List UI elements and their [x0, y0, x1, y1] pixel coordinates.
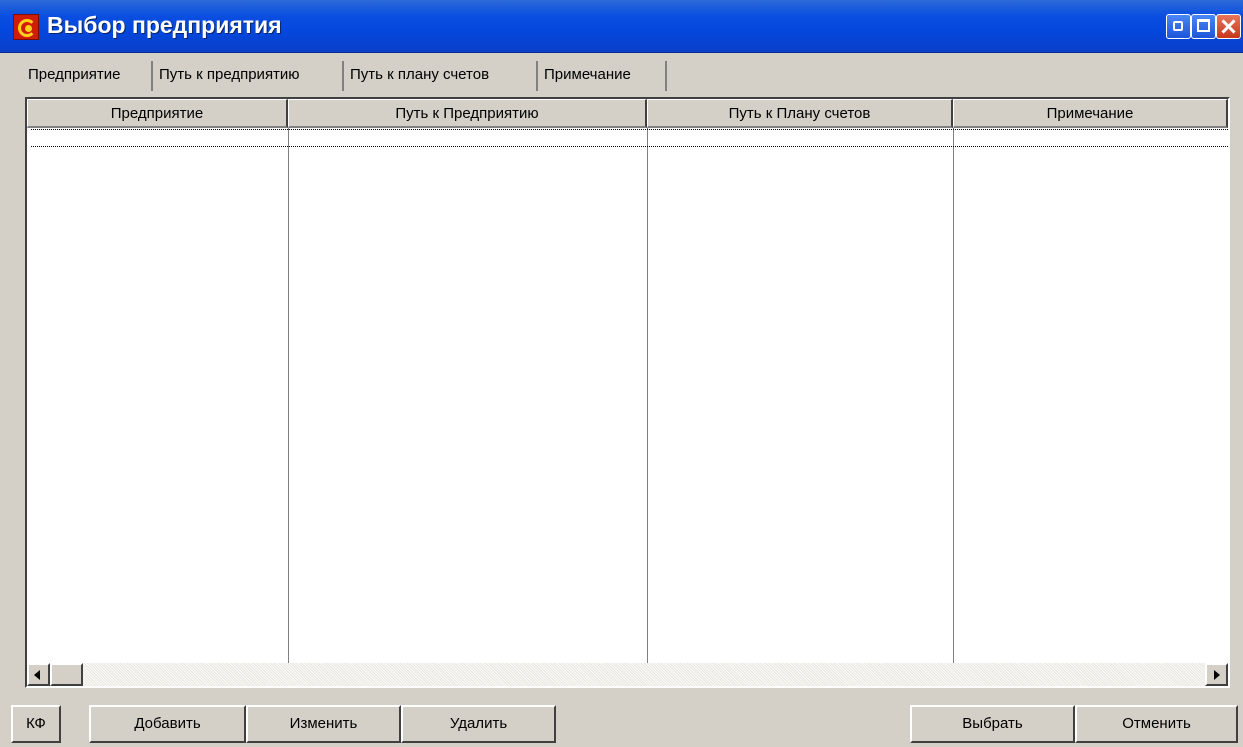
enterprise-selection-window: Выбор предприятия Предприятие Путь к пре…	[0, 0, 1243, 747]
tab-chart-of-accounts-path[interactable]: Путь к плану счетов	[346, 61, 538, 91]
close-icon[interactable]	[1216, 14, 1241, 39]
column-header-enterprise-path[interactable]: Путь к Предприятию	[288, 99, 647, 128]
button-bar: КФ Добавить Изменить Удалить Выбрать Отм…	[0, 703, 1243, 747]
maximize-icon[interactable]	[1191, 14, 1216, 39]
title-bar[interactable]: Выбор предприятия	[0, 0, 1243, 53]
tab-enterprise[interactable]: Предприятие	[24, 61, 153, 91]
enterprise-table[interactable]: Предприятие Путь к Предприятию Путь к Пл…	[25, 97, 1230, 688]
scroll-left-icon[interactable]	[27, 663, 50, 686]
minimize-icon[interactable]	[1166, 14, 1191, 39]
scrollbar-thumb[interactable]	[50, 663, 83, 686]
focused-empty-row[interactable]	[31, 129, 1228, 147]
column-divider	[647, 128, 648, 663]
add-button[interactable]: Добавить	[89, 705, 246, 743]
cancel-button[interactable]: Отменить	[1075, 705, 1238, 743]
column-header-note[interactable]: Примечание	[953, 99, 1228, 128]
scroll-right-icon[interactable]	[1205, 663, 1228, 686]
column-header-chart-of-accounts-path[interactable]: Путь к Плану счетов	[647, 99, 953, 128]
column-header-enterprise[interactable]: Предприятие	[27, 99, 288, 128]
kf-button[interactable]: КФ	[11, 705, 61, 743]
horizontal-scrollbar[interactable]	[27, 663, 1228, 686]
column-divider	[953, 128, 954, 663]
window-title: Выбор предприятия	[47, 12, 282, 38]
edit-button[interactable]: Изменить	[246, 705, 401, 743]
column-divider	[288, 128, 289, 663]
app-icon[interactable]	[13, 14, 39, 40]
tab-note[interactable]: Примечание	[540, 61, 667, 91]
delete-button[interactable]: Удалить	[401, 705, 556, 743]
select-button[interactable]: Выбрать	[910, 705, 1075, 743]
tab-enterprise-path[interactable]: Путь к предприятию	[155, 61, 344, 91]
